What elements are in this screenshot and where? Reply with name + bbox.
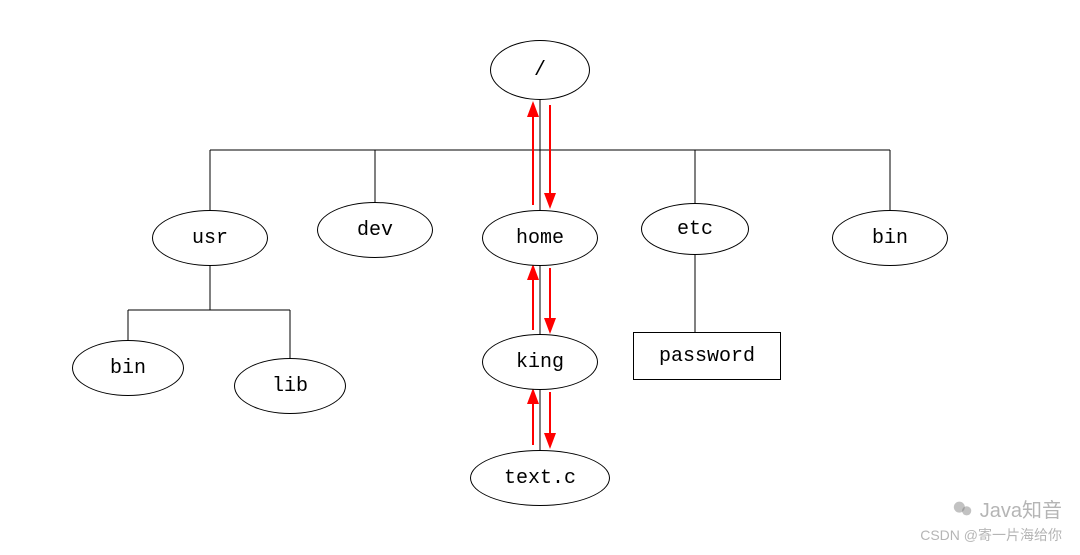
node-etc: etc [641, 203, 749, 255]
node-king: king [482, 334, 598, 390]
node-dev-label: dev [357, 219, 393, 242]
watermark-brand: Java知音 [952, 494, 1062, 523]
watermark-attribution-text: CSDN @寄一片海给你 [920, 527, 1062, 543]
node-dev: dev [317, 202, 433, 258]
node-textc-label: text.c [504, 467, 576, 490]
wechat-icon [952, 498, 974, 520]
node-password: password [633, 332, 781, 380]
node-root-label: / [534, 59, 546, 82]
node-usr-label: usr [192, 227, 228, 250]
node-usr-lib-label: lib [272, 375, 308, 398]
node-textc: text.c [470, 450, 610, 506]
node-bin-top-label: bin [872, 227, 908, 250]
node-usr: usr [152, 210, 268, 266]
watermark-brand-text: Java知音 [980, 494, 1062, 523]
node-usr-bin-label: bin [110, 357, 146, 380]
node-root: / [490, 40, 590, 100]
watermark-attribution: CSDN @寄一片海给你 [920, 525, 1062, 545]
node-home-label: home [516, 227, 564, 250]
node-bin-top: bin [832, 210, 948, 266]
node-usr-lib: lib [234, 358, 346, 414]
node-usr-bin: bin [72, 340, 184, 396]
node-king-label: king [516, 351, 564, 374]
node-password-label: password [659, 345, 755, 368]
node-home: home [482, 210, 598, 266]
node-etc-label: etc [677, 218, 713, 241]
